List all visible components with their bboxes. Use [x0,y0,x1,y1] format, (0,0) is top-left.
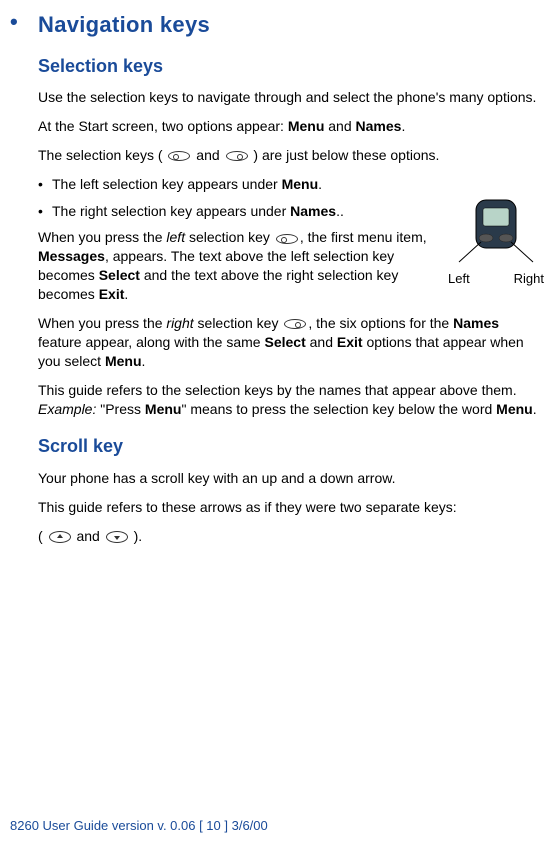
p5a: When you press the [38,315,166,331]
li1c: . [318,176,322,192]
p2a: At the Start screen, two options appear: [38,118,288,134]
p4e: Messages [38,248,105,264]
right-key-icon-2 [284,319,306,329]
li2-text: The right selection key appears under Na… [52,202,344,221]
p5d: , the six options for the [308,315,453,331]
p6b: Example: [38,401,96,417]
selection-p2: At the Start screen, two options appear:… [38,117,546,136]
p5f: feature appear, along with the same [38,334,264,350]
content: Selection keys Use the selection keys to… [10,54,546,546]
selection-p1: Use the selection keys to navigate throu… [38,88,546,107]
sp3b: and [73,528,104,544]
heading2-selection: Selection keys [38,54,546,78]
selection-p3: The selection keys ( and ) are just belo… [38,146,546,165]
p5g: Select [264,334,305,350]
p6d: Menu [145,401,182,417]
sp3c: ). [130,528,142,544]
p4a: When you press the [38,229,166,245]
p2e: . [401,118,405,134]
heading1: Navigation keys [38,10,210,40]
bullet-dot-1: • [38,175,52,194]
p5h: and [306,334,337,350]
footer: 8260 User Guide version v. 0.06 [ 10 ] 3… [10,817,268,835]
p5k: Menu [105,353,142,369]
scroll-p1: Your phone has a scroll key with an up a… [38,469,546,488]
bullet-item-1: • The left selection key appears under M… [38,175,546,194]
sp3a: ( [38,528,47,544]
heading1-bullet: • [10,10,38,34]
li2c: .. [336,203,344,219]
p4b: left [166,229,185,245]
p4g: Select [99,267,140,283]
p5l: . [142,353,146,369]
scroll-up-icon [49,531,71,543]
p4i: Exit [99,286,125,302]
p6e: " means to press the selection key below… [181,401,496,417]
p4j: . [124,286,128,302]
p4d: , the first menu item, [300,229,427,245]
p5e: Names [453,315,499,331]
p6f: Menu [496,401,533,417]
p2b: Menu [288,118,325,134]
scroll-p2: This guide refers to these arrows as if … [38,498,546,517]
bullet-item-2: • The right selection key appears under … [38,202,438,221]
left-key-icon-2 [276,234,298,244]
p3b: and [192,147,223,163]
li1b: Menu [282,176,319,192]
p5i: Exit [337,334,363,350]
p2d: Names [356,118,402,134]
heading1-row: • Navigation keys [10,10,546,40]
p3c: ) are just below these options. [250,147,440,163]
phone-svg [451,198,541,268]
p2c: and [324,118,355,134]
phone-diagram: Left Right [446,198,546,288]
li1a: The left selection key appears under [52,176,282,192]
p5c: selection key [194,315,283,331]
li2b: Names [290,203,336,219]
p3a: The selection keys ( [38,147,166,163]
scroll-down-icon [106,531,128,543]
p5b: right [166,315,193,331]
scroll-p3: ( and ). [38,527,546,546]
phone-right-label: Right [514,270,544,288]
bullet-dot-2: • [38,202,52,221]
p6g: . [533,401,537,417]
p4c: selection key [185,229,274,245]
phone-left-label: Left [448,270,470,288]
heading2-scroll: Scroll key [38,434,546,458]
selection-p6: This guide refers to the selection keys … [38,381,546,419]
li2a: The right selection key appears under [52,203,290,219]
p6c: "Press [96,401,145,417]
p6a: This guide refers to the selection keys … [38,382,517,398]
phone-labels: Left Right [446,270,546,288]
selection-p5: When you press the right selection key ,… [38,314,546,371]
li1-text: The left selection key appears under Men… [52,175,322,194]
right-key-icon [226,151,248,161]
left-key-icon [168,151,190,161]
